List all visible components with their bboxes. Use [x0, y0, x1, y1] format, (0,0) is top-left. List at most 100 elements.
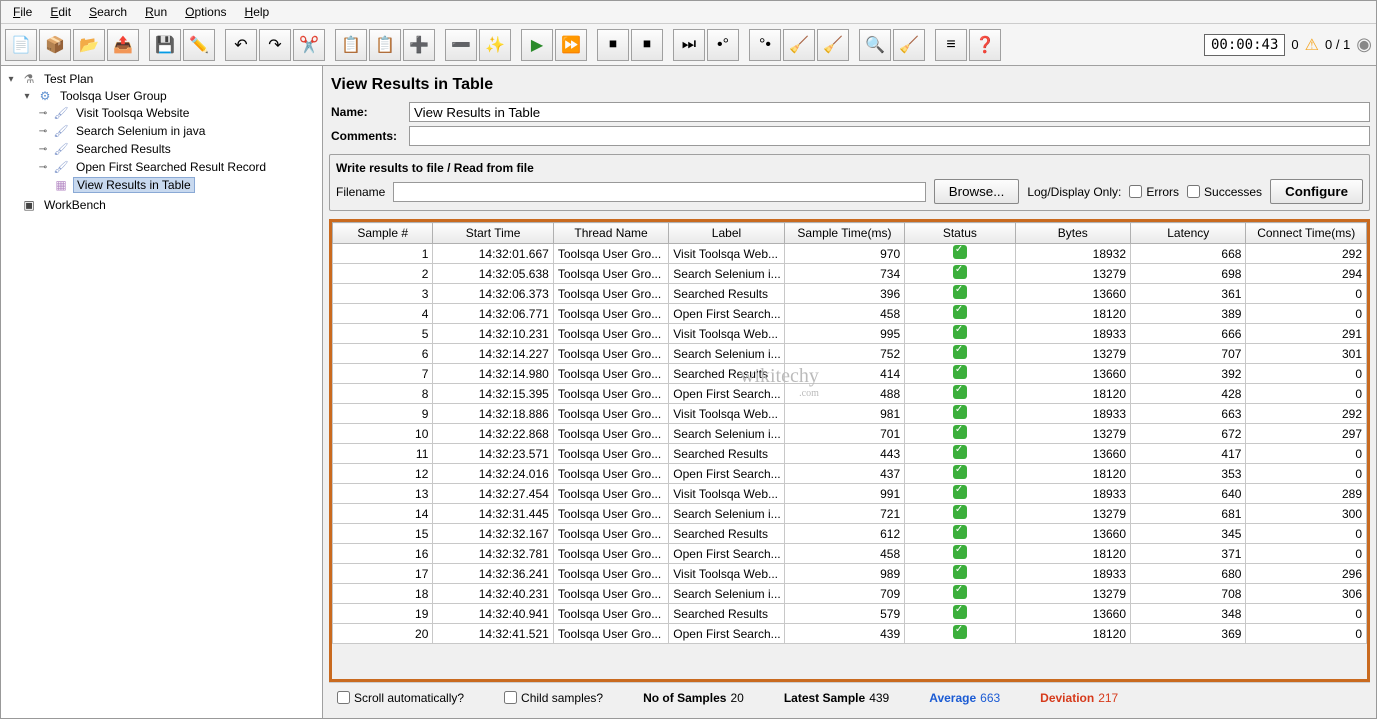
toolbar-button-18[interactable]: ⏭	[673, 29, 705, 61]
table-row[interactable]: 514:32:10.231Toolsqa User Gro...Visit To…	[333, 324, 1367, 344]
menu-run[interactable]: Run	[137, 3, 175, 21]
toolbar: 📄📦📂📤💾✏️↶↷✂️📋📋➕➖✨▶⏩⏹⏹⏭•°°•🧹🧹🔍🧹≡❓ 00:00:43…	[1, 24, 1376, 66]
table-row[interactable]: 314:32:06.373Toolsqa User Gro...Searched…	[333, 284, 1367, 304]
panel-title: View Results in Table	[331, 76, 1368, 94]
table-row[interactable]: 114:32:01.667Toolsqa User Gro...Visit To…	[333, 244, 1367, 264]
toolbar-button-5[interactable]: ✏️	[183, 29, 215, 61]
deviation-label: Deviation	[1040, 691, 1094, 705]
toolbar-button-26[interactable]: ❓	[969, 29, 1001, 61]
tree-node-item[interactable]: Searched Results	[73, 142, 174, 156]
average-value: 663	[980, 691, 1000, 705]
average-label: Average	[929, 691, 976, 705]
table-row[interactable]: 414:32:06.771Toolsqa User Gro...Open Fir…	[333, 304, 1367, 324]
tree-toggle-icon[interactable]: ⊸	[37, 108, 49, 119]
toolbar-button-14[interactable]: ▶	[521, 29, 553, 61]
toolbar-button-25[interactable]: ≡	[935, 29, 967, 61]
column-header[interactable]: Status	[905, 223, 1015, 244]
toolbar-button-15[interactable]: ⏩	[555, 29, 587, 61]
column-header[interactable]: Label	[669, 223, 784, 244]
table-row[interactable]: 214:32:05.638Toolsqa User Gro...Search S…	[333, 264, 1367, 284]
browse-button[interactable]: Browse...	[934, 179, 1020, 204]
tree-toggle-icon[interactable]: ⊸	[37, 162, 49, 173]
toolbar-button-8[interactable]: ✂️	[293, 29, 325, 61]
toolbar-button-22[interactable]: 🧹	[817, 29, 849, 61]
table-row[interactable]: 2014:32:41.521Toolsqa User Gro...Open Fi…	[333, 624, 1367, 644]
column-header[interactable]: Sample #	[333, 223, 433, 244]
toolbar-button-7[interactable]: ↷	[259, 29, 291, 61]
toolbar-button-11[interactable]: ➕	[403, 29, 435, 61]
toolbar-button-6[interactable]: ↶	[225, 29, 257, 61]
tree-node-workbench[interactable]: WorkBench	[41, 198, 109, 212]
child-samples-checkbox[interactable]: Child samples?	[504, 691, 603, 705]
tree-node-item[interactable]: Search Selenium in java	[73, 124, 208, 138]
tree-toggle-icon[interactable]: ▾	[5, 74, 17, 85]
table-row[interactable]: 714:32:14.980Toolsqa User Gro...Searched…	[333, 364, 1367, 384]
toolbar-button-9[interactable]: 📋	[335, 29, 367, 61]
table-row[interactable]: 1614:32:32.781Toolsqa User Gro...Open Fi…	[333, 544, 1367, 564]
column-header[interactable]: Start Time	[433, 223, 553, 244]
column-header[interactable]: Latency	[1131, 223, 1246, 244]
errors-checkbox[interactable]: Errors	[1129, 185, 1179, 199]
status-success-icon	[953, 605, 967, 619]
column-header[interactable]: Thread Name	[553, 223, 668, 244]
filename-input[interactable]	[393, 182, 925, 202]
toolbar-button-3[interactable]: 📤	[107, 29, 139, 61]
toolbar-button-1[interactable]: 📦	[39, 29, 71, 61]
toolbar-button-2[interactable]: 📂	[73, 29, 105, 61]
toolbar-button-21[interactable]: 🧹	[783, 29, 815, 61]
table-row[interactable]: 1914:32:40.941Toolsqa User Gro...Searche…	[333, 604, 1367, 624]
table-row[interactable]: 1114:32:23.571Toolsqa User Gro...Searche…	[333, 444, 1367, 464]
toolbar-button-20[interactable]: °•	[749, 29, 781, 61]
table-row[interactable]: 814:32:15.395Toolsqa User Gro...Open Fir…	[333, 384, 1367, 404]
test-plan-tree[interactable]: ▾⚗Test Plan ▾⚙Toolsqa User Group ⊸🖌Visit…	[1, 66, 323, 718]
table-row[interactable]: 1414:32:31.445Toolsqa User Gro...Search …	[333, 504, 1367, 524]
comments-input[interactable]	[409, 126, 1370, 146]
tree-toggle-icon[interactable]: ⊸	[37, 126, 49, 137]
tree-node-item[interactable]: View Results in Table	[73, 177, 195, 193]
configure-button[interactable]: Configure	[1270, 179, 1363, 204]
status-success-icon	[953, 625, 967, 639]
menu-help[interactable]: Help	[237, 3, 278, 21]
menu-search[interactable]: Search	[81, 3, 135, 21]
tree-node-test-plan[interactable]: Test Plan	[41, 72, 96, 86]
table-row[interactable]: 1814:32:40.231Toolsqa User Gro...Search …	[333, 584, 1367, 604]
toolbar-button-17[interactable]: ⏹	[631, 29, 663, 61]
table-row[interactable]: 1014:32:22.868Toolsqa User Gro...Search …	[333, 424, 1367, 444]
table-row[interactable]: 914:32:18.886Toolsqa User Gro...Visit To…	[333, 404, 1367, 424]
tree-toggle-icon[interactable]: ⊸	[37, 144, 49, 155]
menubar: FileEditSearchRunOptionsHelp	[1, 1, 1376, 24]
status-success-icon	[953, 425, 967, 439]
toolbar-button-19[interactable]: •°	[707, 29, 739, 61]
tree-node-item[interactable]: Open First Searched Result Record	[73, 160, 269, 174]
brush-icon: 🖌	[53, 159, 69, 175]
toolbar-button-24[interactable]: 🧹	[893, 29, 925, 61]
menu-edit[interactable]: Edit	[42, 3, 79, 21]
column-header[interactable]: Bytes	[1015, 223, 1130, 244]
toolbar-button-10[interactable]: 📋	[369, 29, 401, 61]
table-row[interactable]: 1214:32:24.016Toolsqa User Gro...Open Fi…	[333, 464, 1367, 484]
menu-options[interactable]: Options	[177, 3, 234, 21]
status-success-icon	[953, 465, 967, 479]
column-header[interactable]: Sample Time(ms)	[784, 223, 904, 244]
table-row[interactable]: 614:32:14.227Toolsqa User Gro...Search S…	[333, 344, 1367, 364]
toolbar-button-12[interactable]: ➖	[445, 29, 477, 61]
table-row[interactable]: 1714:32:36.241Toolsqa User Gro...Visit T…	[333, 564, 1367, 584]
tree-toggle-icon[interactable]: ▾	[21, 91, 33, 102]
toolbar-button-23[interactable]: 🔍	[859, 29, 891, 61]
column-header[interactable]: Connect Time(ms)	[1246, 223, 1367, 244]
table-row[interactable]: 1314:32:27.454Toolsqa User Gro...Visit T…	[333, 484, 1367, 504]
comments-label: Comments:	[329, 129, 409, 143]
results-table-container[interactable]: Sample #Start TimeThread NameLabelSample…	[329, 219, 1370, 682]
name-input[interactable]	[409, 102, 1370, 122]
tree-node-thread-group[interactable]: Toolsqa User Group	[57, 89, 170, 103]
status-success-icon	[953, 325, 967, 339]
toolbar-button-4[interactable]: 💾	[149, 29, 181, 61]
toolbar-button-0[interactable]: 📄	[5, 29, 37, 61]
table-row[interactable]: 1514:32:32.167Toolsqa User Gro...Searche…	[333, 524, 1367, 544]
toolbar-button-13[interactable]: ✨	[479, 29, 511, 61]
menu-file[interactable]: File	[5, 3, 40, 21]
successes-checkbox[interactable]: Successes	[1187, 185, 1262, 199]
toolbar-button-16[interactable]: ⏹	[597, 29, 629, 61]
tree-node-item[interactable]: Visit Toolsqa Website	[73, 106, 192, 120]
scroll-auto-checkbox[interactable]: Scroll automatically?	[337, 691, 464, 705]
